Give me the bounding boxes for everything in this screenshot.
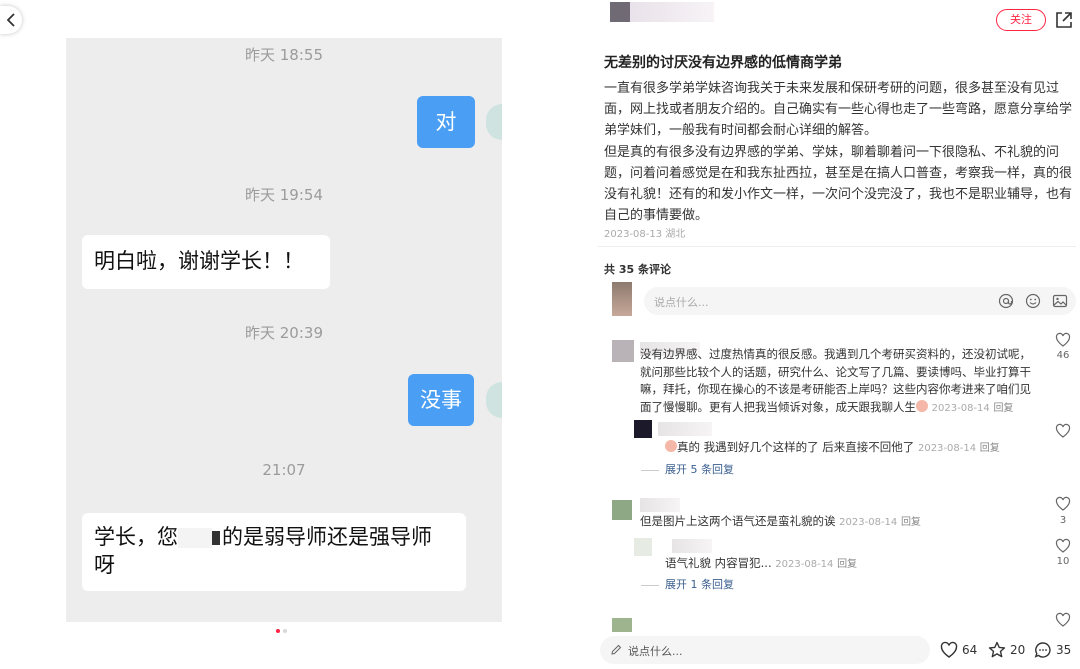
- reply-button[interactable]: 回复: [837, 559, 857, 570]
- reply-date: 2023-08-14: [775, 559, 834, 570]
- reply-button[interactable]: 回复: [993, 403, 1013, 414]
- heart-icon[interactable]: [1055, 538, 1071, 554]
- comment-date: 2023-08-14: [839, 517, 898, 528]
- pencil-icon: [611, 644, 622, 655]
- reply-button[interactable]: 回复: [901, 517, 921, 528]
- comment-input-placeholder: 说点什么...: [654, 296, 709, 309]
- bottom-comment-input[interactable]: 说点什么...: [600, 636, 930, 664]
- reply-avatar[interactable]: [634, 420, 652, 438]
- chat-screenshot-panel: 昨天 18:55 对 昨天 19:54 明白啦，谢谢学长！！ 昨天 20:39 …: [0, 0, 588, 669]
- chat-text: 学长，您: [94, 525, 178, 549]
- avatar: [612, 282, 632, 316]
- carousel-indicator[interactable]: [276, 629, 287, 633]
- heart-icon[interactable]: [1055, 496, 1071, 512]
- carousel-dot-active[interactable]: [276, 629, 280, 633]
- chat-timestamp: 昨天 18:55: [245, 46, 323, 64]
- commenter-name[interactable]: [640, 498, 680, 512]
- share-icon[interactable]: [1054, 10, 1074, 30]
- chat-bubble-received: 学长，您 的是弱导师还是强导师 呀: [82, 513, 466, 591]
- comment-date: 2023-08-14: [931, 402, 990, 414]
- reply-avatar[interactable]: [634, 538, 652, 556]
- image-icon[interactable]: [1052, 293, 1068, 309]
- post-detail-panel: 关注 无差别的讨厌没有边界感的低情商学弟 一直有很多学弟学妹咨询我关于未来发展和…: [588, 0, 1080, 669]
- comment-total: 35: [1056, 643, 1072, 657]
- emoji-icon[interactable]: [1025, 293, 1041, 309]
- reply-body: 真的 我遇到好几个这样的了 后来直接不回他了: [677, 440, 915, 454]
- follow-button[interactable]: 关注: [996, 9, 1046, 31]
- chat-timestamp: 昨天 20:39: [245, 324, 323, 342]
- redacted-mark: [212, 531, 220, 545]
- heart-icon[interactable]: [1055, 423, 1071, 439]
- bottom-action-bar: 说点什么... 64 20 35: [588, 632, 1080, 669]
- reply-text: 真的 我遇到好几个这样的了 后来直接不回他了 2023-08-14 回复: [665, 439, 1045, 458]
- expand-replies-button[interactable]: 展开 5 条回复: [665, 461, 734, 477]
- comment-count: 共 35 条评论: [604, 263, 671, 276]
- like-button[interactable]: 64: [940, 641, 977, 659]
- chat-bubble-sent: 对: [417, 96, 475, 148]
- carousel-dot[interactable]: [283, 629, 287, 633]
- comment-text: 没有边界感、过度热情真的很反感。我遇到几个考研买资料的，还没初试呢，就问那些比较…: [640, 346, 1040, 417]
- reply-name[interactable]: [658, 422, 712, 436]
- like-count: 46: [1056, 350, 1070, 361]
- comment-bubble-icon: [1034, 642, 1051, 658]
- divider: [598, 246, 1076, 247]
- chevron-left-icon: [6, 13, 15, 27]
- mention-icon[interactable]: [998, 293, 1014, 309]
- comment-input[interactable]: 说点什么...: [644, 287, 1076, 315]
- post-body: 一直有很多学弟学妹咨询我关于未来发展和保研考研的问题，很多甚至没有见过面，网上找…: [604, 78, 1076, 226]
- avatar: [486, 104, 502, 140]
- like-count: 3: [1059, 515, 1067, 526]
- post-paragraph: 但是真的有很多没有边界感的学弟、学妹，聊着聊着问一下很隐私、不礼貌的问题，问着问…: [604, 144, 1073, 224]
- comment-body: 但是图片上这两个语气还是蛮礼貌的诶: [640, 514, 836, 528]
- chat-timestamp: 21:07: [262, 461, 306, 479]
- star-icon: [988, 641, 1006, 658]
- heart-icon[interactable]: [1055, 612, 1071, 628]
- post-date-location: 2023-08-13 湖北: [604, 229, 686, 240]
- commenter-avatar[interactable]: [612, 340, 634, 362]
- comment-text: 但是图片上这两个语气还是蛮礼貌的诶 2023-08-14 回复: [640, 513, 1040, 532]
- bottom-input-placeholder: 说点什么...: [628, 645, 683, 658]
- reply-name[interactable]: [672, 539, 712, 553]
- chat-image: 昨天 18:55 对 昨天 19:54 明白啦，谢谢学长！！ 昨天 20:39 …: [66, 38, 502, 622]
- favorite-button[interactable]: 20: [988, 641, 1025, 659]
- chat-bubble-sent: 没事: [408, 374, 474, 426]
- chat-timestamp: 昨天 19:54: [245, 186, 323, 204]
- avatar: [486, 382, 502, 418]
- author-info[interactable]: [610, 2, 714, 28]
- comment-button[interactable]: 35: [1034, 641, 1071, 659]
- emoji-face-icon: [916, 399, 928, 412]
- reply-date: 2023-08-14: [917, 443, 977, 454]
- author-avatar[interactable]: [610, 2, 630, 22]
- post-title: 无差别的讨厌没有边界感的低情商学弟: [604, 55, 842, 71]
- author-name[interactable]: [630, 2, 714, 22]
- emoji-face-icon: [665, 440, 677, 452]
- reply-button[interactable]: 回复: [980, 443, 1000, 454]
- like-count: 10: [1056, 556, 1070, 567]
- expand-replies-button[interactable]: 展开 1 条回复: [665, 576, 734, 592]
- back-button[interactable]: [0, 6, 22, 34]
- like-total: 64: [962, 643, 978, 657]
- reply-text: 语气礼貌 内容冒犯... 2023-08-14 回复: [665, 555, 1045, 574]
- commenter-avatar[interactable]: [612, 500, 632, 520]
- favorite-total: 20: [1010, 643, 1026, 657]
- chat-bubble-received: 明白啦，谢谢学长！！: [82, 235, 330, 289]
- redacted-block: [178, 528, 212, 548]
- chat-text: 的是弱导师还是强导师: [222, 525, 432, 549]
- reply-body: 语气礼貌 内容冒犯...: [665, 556, 772, 570]
- heart-icon: [940, 641, 958, 658]
- commenter-avatar[interactable]: [612, 618, 632, 632]
- post-paragraph: 一直有很多学弟学妹咨询我关于未来发展和保研考研的问题，很多甚至没有见过面，网上找…: [604, 81, 1073, 139]
- chat-text: 呀: [94, 553, 115, 577]
- heart-icon[interactable]: [1055, 332, 1071, 348]
